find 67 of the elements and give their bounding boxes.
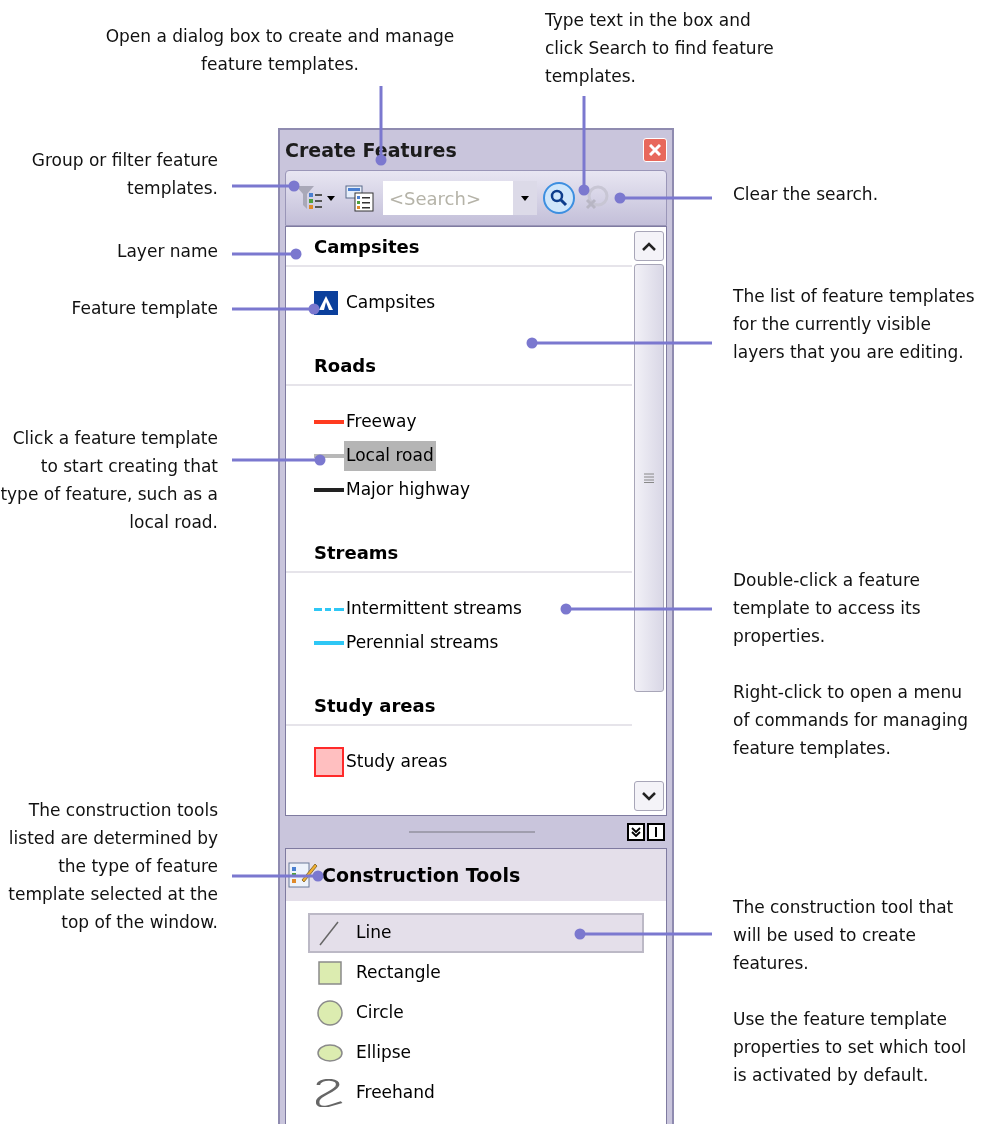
template-label: Intermittent streams: [345, 597, 523, 621]
search-icon: [550, 189, 568, 207]
double-chevron-icon: [631, 827, 641, 837]
chevron-down-icon: [642, 791, 656, 801]
template-list-icon: [345, 184, 375, 212]
construction-tool[interactable]: Rectangle: [308, 953, 644, 993]
callout-text: The list of feature templates for the currently visible layers that you are editing.: [733, 285, 976, 364]
tools-list-icon: [288, 860, 318, 890]
layer-name: Campsites: [314, 234, 420, 259]
grip-icon: [644, 473, 654, 483]
feature-template[interactable]: Freeway: [286, 405, 632, 439]
freehand-tool-icon: [316, 1079, 344, 1107]
circle-tool-icon: [316, 999, 344, 1027]
callout-text: Group or filter feature templates.: [30, 149, 218, 200]
organize-templates-button[interactable]: [343, 182, 377, 214]
layer-name: Roads: [314, 353, 376, 378]
callout-text: Clear the search.: [733, 183, 880, 206]
tool-label: Line: [356, 921, 392, 945]
search-field[interactable]: <Search>: [383, 181, 513, 215]
callout-text: Open a dialog box to create and manage feature templates.: [104, 25, 456, 76]
template-label: Major highway: [345, 478, 472, 502]
search-dropdown-button[interactable]: [513, 181, 537, 215]
search-button[interactable]: [543, 182, 575, 214]
layer-name: Study areas: [314, 693, 436, 718]
feature-template[interactable]: Study areas: [286, 745, 632, 779]
template-label: Study areas: [345, 750, 449, 774]
template-label: Local road: [344, 441, 436, 471]
callout-text: The construction tools listed are determined by the type of feature template selected at the top of the window.: [7, 799, 218, 934]
template-label: Campsites: [345, 291, 437, 315]
callout-text: Use the feature template properties to set which tool is activated by default.: [733, 1008, 968, 1087]
caret-icon: [327, 195, 335, 201]
layer-name: Streams: [314, 540, 399, 565]
scrollbar-thumb[interactable]: [634, 264, 664, 692]
collapse-button[interactable]: [627, 823, 645, 841]
caret-icon: [521, 195, 529, 201]
feature-template[interactable]: Major highway: [286, 473, 632, 507]
toggle-button[interactable]: [647, 823, 665, 841]
window-title: Create Features: [285, 137, 457, 163]
tool-label: Rectangle: [356, 961, 441, 985]
tool-label: Freehand: [356, 1081, 435, 1105]
template-label: Freeway: [345, 410, 418, 434]
rectangle-tool-icon: [316, 959, 344, 987]
construction-tool[interactable]: Line: [308, 913, 644, 953]
callout-text: Right-click to open a menu of commands for managing feature templates.: [733, 681, 969, 760]
callout-text: Type text in the box and click Search to find feature templates.: [545, 9, 775, 88]
feature-template[interactable]: Campsites: [286, 286, 632, 320]
close-button[interactable]: [643, 138, 667, 162]
chevron-up-icon: [642, 241, 656, 251]
template-label: Perennial streams: [345, 631, 500, 655]
construction-tool[interactable]: Ellipse: [308, 1033, 644, 1073]
section-title: Construction Tools: [322, 862, 521, 888]
scroll-down-button[interactable]: [634, 781, 664, 811]
clear-search-icon: [583, 184, 611, 212]
feature-template[interactable]: Intermittent streams: [286, 592, 632, 626]
feature-template[interactable]: Perennial streams: [286, 626, 632, 660]
scroll-up-button[interactable]: [634, 231, 664, 261]
feature-template[interactable]: Local road: [286, 439, 632, 473]
callout-text: Double-click a feature template to access its properties.: [733, 569, 922, 648]
construction-tool[interactable]: Circle: [308, 993, 644, 1033]
callout-text: The construction tool that will be used to create features.: [733, 896, 955, 975]
tool-label: Circle: [356, 1001, 404, 1025]
construction-tool[interactable]: Freehand: [308, 1073, 644, 1113]
callout-text: Click a feature template to start creating that type of feature, such as a local road.: [0, 427, 218, 534]
tool-label: Ellipse: [356, 1041, 412, 1065]
close-icon: [649, 144, 661, 156]
callout-text: Feature template: [70, 297, 218, 320]
callout-text: Layer name: [116, 240, 218, 263]
